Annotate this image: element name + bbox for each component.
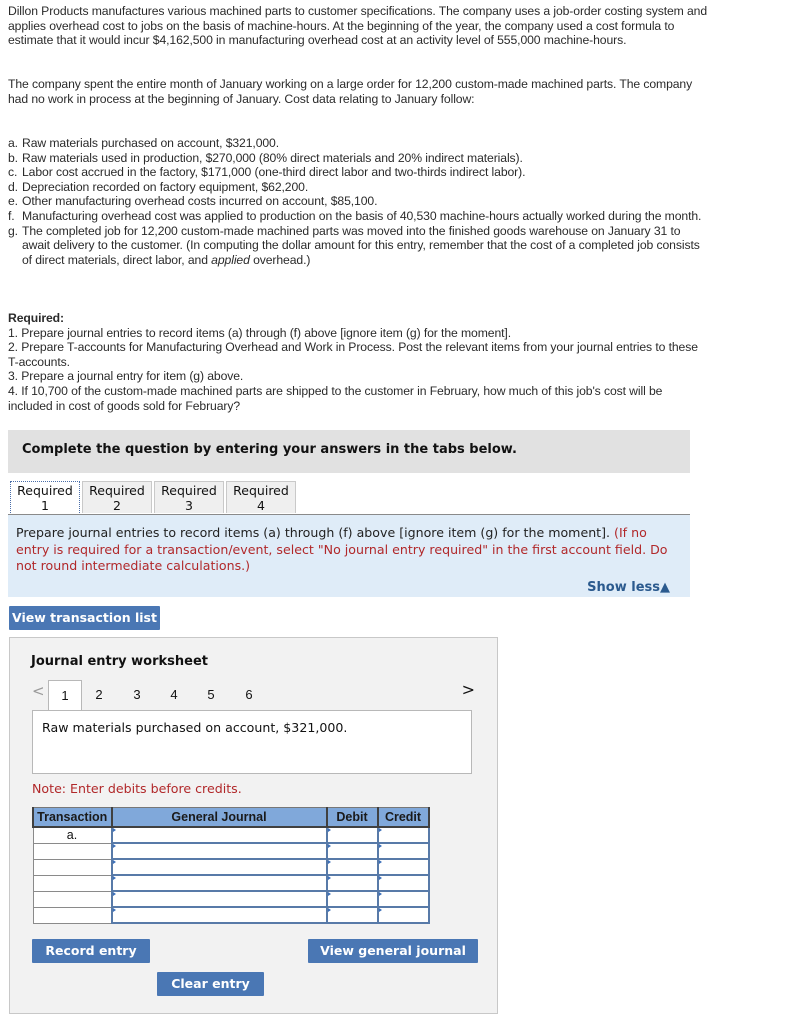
page-3[interactable]: 3	[120, 680, 154, 710]
list-item: e. Other manufacturing overhead costs inc…	[8, 194, 378, 209]
transaction-cell	[32, 890, 112, 908]
account-input[interactable]	[110, 826, 328, 844]
debit-input[interactable]	[325, 826, 379, 844]
chevron-left-icon[interactable]: <	[32, 682, 45, 700]
banner-text: Complete the question by entering your a…	[22, 442, 517, 457]
chevron-right-icon[interactable]: >	[462, 680, 475, 699]
required-heading: Required:	[8, 311, 64, 325]
record-entry-button[interactable]: Record entry	[32, 939, 150, 963]
credit-input[interactable]	[376, 826, 430, 844]
clear-entry-button[interactable]: Clear entry	[157, 972, 264, 996]
credit-input[interactable]	[376, 842, 430, 860]
page-5[interactable]: 5	[194, 680, 228, 710]
account-input[interactable]	[110, 874, 328, 892]
list-item: b. Raw materials used in production, $270…	[8, 150, 523, 165]
journal-table: Transaction General Journal Debit Credit…	[32, 807, 430, 924]
page-2[interactable]: 2	[82, 680, 116, 710]
debit-credit-note: Note: Enter debits before credits.	[32, 781, 242, 796]
cost-data-list: a. Raw materials purchased on account, $3…	[8, 136, 708, 267]
list-item: g. The completed job for 12,200 custom-ma…	[8, 223, 700, 267]
show-less-button[interactable]: Show less▲	[587, 580, 670, 595]
tab-required-2[interactable]: Required 2	[82, 481, 152, 513]
tab-required-4[interactable]: Required 4	[226, 481, 296, 513]
table-row	[32, 858, 430, 876]
required-item: 4. If 10,700 of the custom-made machined…	[8, 383, 663, 413]
required-item: 1. Prepare journal entries to record ite…	[8, 325, 511, 340]
required-section: Required: 1. Prepare journal entries to …	[8, 311, 708, 413]
debit-input[interactable]	[325, 906, 379, 924]
table-row	[32, 874, 430, 892]
debit-input[interactable]	[325, 842, 379, 860]
debit-input[interactable]	[325, 890, 379, 908]
list-item: c. Labor cost accrued in the factory, $17…	[8, 165, 526, 180]
journal-entry-worksheet: Journal entry worksheet < 1 2 3 4 5 6 > …	[9, 637, 498, 1014]
transaction-description: Raw materials purchased on account, $321…	[32, 710, 472, 774]
tab-instructions: Prepare journal entries to record items …	[8, 515, 690, 597]
debit-input[interactable]	[325, 874, 379, 892]
header-general-journal: General Journal	[110, 807, 328, 828]
header-debit: Debit	[325, 807, 379, 828]
transaction-cell	[32, 842, 112, 860]
required-tabs: Required 1 Required 2 Required 3 Required 4	[10, 481, 298, 514]
worksheet-title: Journal entry worksheet	[31, 654, 208, 669]
triangle-up-icon: ▲	[660, 580, 670, 595]
page-6[interactable]: 6	[232, 680, 266, 710]
transaction-cell	[32, 906, 112, 924]
required-item: 3. Prepare a journal entry for item (g) …	[8, 369, 244, 384]
account-input[interactable]	[110, 858, 328, 876]
account-input[interactable]	[110, 906, 328, 924]
instruction-text: Prepare journal entries to record items …	[16, 525, 615, 540]
list-item: f. Manufacturing overhead cost was applie…	[8, 208, 702, 223]
account-input[interactable]	[110, 890, 328, 908]
view-transaction-list-button[interactable]: View transaction list	[9, 606, 160, 630]
list-item: d. Depreciation recorded on factory equip…	[8, 179, 309, 194]
header-transaction: Transaction	[32, 807, 113, 828]
debit-input[interactable]	[325, 858, 379, 876]
tab-required-1[interactable]: Required 1	[10, 481, 80, 513]
account-input[interactable]	[110, 842, 328, 860]
problem-intro: Dillon Products manufactures various mac…	[8, 4, 708, 48]
instruction-banner: Complete the question by entering your a…	[8, 430, 690, 473]
tab-required-3[interactable]: Required 3	[154, 481, 224, 513]
credit-input[interactable]	[376, 906, 430, 924]
list-item: a. Raw materials purchased on account, $3…	[8, 136, 280, 150]
view-general-journal-button[interactable]: View general journal	[308, 939, 478, 963]
transaction-cell	[32, 858, 112, 876]
table-row	[32, 906, 430, 924]
problem-context: The company spent the entire month of Ja…	[8, 77, 693, 106]
header-credit: Credit	[376, 807, 430, 828]
transaction-cell: a.	[32, 826, 112, 844]
page-1[interactable]: 1	[48, 680, 82, 711]
table-row	[32, 842, 430, 860]
required-item: 2. Prepare T-accounts for Manufacturing …	[8, 340, 698, 369]
page-4[interactable]: 4	[157, 680, 191, 710]
transaction-cell	[32, 874, 112, 892]
table-row	[32, 890, 430, 908]
credit-input[interactable]	[376, 858, 430, 876]
credit-input[interactable]	[376, 874, 430, 892]
credit-input[interactable]	[376, 890, 430, 908]
table-row: a.	[32, 826, 430, 844]
